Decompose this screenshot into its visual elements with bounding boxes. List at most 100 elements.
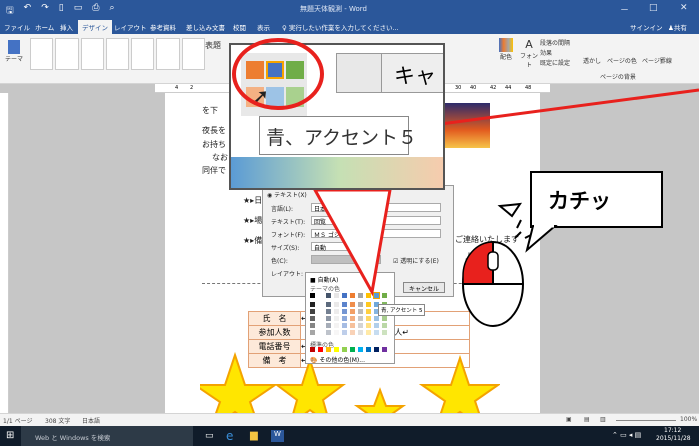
color-swatch[interactable] bbox=[342, 330, 347, 335]
color-swatch[interactable] bbox=[366, 330, 371, 335]
color-swatch[interactable] bbox=[366, 309, 371, 314]
system-tray-icons[interactable]: ⌃ ▭ ◂ ▤ bbox=[612, 431, 641, 439]
color-swatch[interactable] bbox=[374, 323, 379, 328]
color-swatch[interactable] bbox=[310, 316, 315, 321]
windows-start-icon[interactable]: ⊞ bbox=[6, 430, 14, 441]
tab-review[interactable]: 校閲 bbox=[233, 22, 246, 32]
style-thumbnail[interactable] bbox=[131, 38, 155, 70]
preview-icon[interactable]: ⌕ bbox=[109, 3, 114, 19]
style-thumbnail[interactable] bbox=[55, 38, 79, 70]
word-count[interactable]: 308 文字 bbox=[45, 416, 70, 425]
color-swatch[interactable] bbox=[310, 293, 315, 298]
redo-icon[interactable]: ↷ bbox=[41, 3, 49, 19]
taskbar-search[interactable]: Web と Windows を検索 bbox=[21, 426, 193, 446]
color-swatch[interactable] bbox=[326, 316, 331, 321]
color-swatch[interactable] bbox=[382, 323, 387, 328]
clock-time[interactable]: 17:12 bbox=[664, 427, 681, 434]
color-swatch[interactable] bbox=[373, 292, 380, 299]
color-swatch[interactable] bbox=[318, 316, 323, 321]
color-swatch[interactable] bbox=[334, 330, 339, 335]
style-gallery[interactable] bbox=[30, 38, 205, 70]
color-swatch[interactable] bbox=[358, 347, 363, 352]
page-count[interactable]: 1/1 ページ bbox=[3, 416, 32, 425]
color-swatch[interactable] bbox=[326, 323, 331, 328]
color-swatch[interactable] bbox=[326, 309, 331, 314]
tab-design[interactable]: デザイン bbox=[78, 20, 112, 35]
cancel-button[interactable]: キャンセル bbox=[403, 282, 445, 293]
paragraph-spacing-button[interactable]: 段落の間隔 bbox=[540, 38, 570, 47]
color-swatch[interactable] bbox=[318, 323, 323, 328]
color-swatch[interactable] bbox=[366, 316, 371, 321]
color-swatch[interactable] bbox=[334, 293, 339, 298]
color-swatch[interactable] bbox=[334, 347, 339, 352]
text-select[interactable]: 回覧 bbox=[311, 216, 441, 226]
color-swatch[interactable] bbox=[318, 309, 323, 314]
color-swatch[interactable] bbox=[326, 293, 331, 298]
restore-button[interactable]: □ bbox=[649, 3, 658, 13]
size-select[interactable]: 自動 bbox=[311, 242, 381, 252]
color-swatch[interactable] bbox=[310, 323, 315, 328]
set-default-button[interactable]: 既定に設定 bbox=[540, 58, 570, 67]
tab-view[interactable]: 表示 bbox=[257, 22, 270, 32]
color-swatch[interactable] bbox=[374, 347, 379, 352]
tab-file[interactable]: ファイル bbox=[4, 22, 30, 32]
color-swatch[interactable] bbox=[326, 330, 331, 335]
share-button[interactable]: ♟共有 bbox=[668, 22, 687, 32]
word-icon[interactable]: W bbox=[271, 430, 284, 442]
save-icon[interactable]: 🖫 bbox=[6, 3, 14, 19]
color-swatch[interactable] bbox=[310, 347, 315, 352]
transparent-checkbox[interactable]: ☑ 透明にする(E) bbox=[393, 256, 439, 265]
more-colors-option[interactable]: 🎨 その他の色(M)... bbox=[310, 355, 365, 364]
theme-button[interactable]: テーマ bbox=[4, 40, 24, 63]
color-swatch[interactable] bbox=[350, 293, 355, 298]
color-swatch[interactable] bbox=[350, 302, 355, 307]
color-swatch[interactable] bbox=[342, 309, 347, 314]
tell-me-box[interactable]: ♀ 実行したい作業を入力してください... bbox=[282, 22, 399, 32]
color-select[interactable] bbox=[311, 255, 381, 264]
print-layout-icon[interactable]: ▤ bbox=[584, 416, 590, 423]
color-swatch[interactable] bbox=[366, 347, 371, 352]
color-swatch[interactable] bbox=[366, 293, 371, 298]
color-swatch[interactable] bbox=[342, 323, 347, 328]
zoom-slider[interactable] bbox=[616, 420, 676, 421]
color-swatch[interactable] bbox=[342, 347, 347, 352]
colors-button[interactable]: 配色 bbox=[495, 38, 517, 61]
language-select[interactable]: 日本語 bbox=[311, 203, 441, 213]
color-swatch[interactable] bbox=[358, 316, 363, 321]
color-swatch[interactable] bbox=[310, 302, 315, 307]
color-swatch[interactable] bbox=[318, 330, 323, 335]
color-swatch[interactable] bbox=[350, 323, 355, 328]
style-thumbnail[interactable] bbox=[80, 38, 104, 70]
color-swatch[interactable] bbox=[366, 323, 371, 328]
tab-layout[interactable]: レイアウト bbox=[114, 22, 147, 32]
fonts-button[interactable]: A フォント bbox=[518, 38, 540, 69]
color-swatch[interactable] bbox=[342, 293, 347, 298]
color-swatch[interactable] bbox=[358, 293, 363, 298]
clock-date[interactable]: 2015/11/28 bbox=[656, 435, 691, 442]
undo-icon[interactable]: ↶ bbox=[24, 3, 32, 19]
color-swatch[interactable] bbox=[318, 293, 323, 298]
color-swatch[interactable] bbox=[342, 302, 347, 307]
color-swatch[interactable] bbox=[374, 316, 379, 321]
open-icon[interactable]: ▭ bbox=[74, 3, 83, 19]
signin-link[interactable]: サインイン bbox=[630, 22, 663, 32]
tab-mailings[interactable]: 差し込み文書 bbox=[186, 22, 225, 32]
color-swatch[interactable] bbox=[334, 302, 339, 307]
read-mode-icon[interactable]: ▣ bbox=[566, 416, 572, 423]
color-swatch[interactable] bbox=[350, 316, 355, 321]
color-swatch[interactable] bbox=[350, 330, 355, 335]
new-icon[interactable]: ▯ bbox=[59, 3, 64, 19]
auto-color-option[interactable]: ■ 自動(A) bbox=[310, 275, 338, 284]
color-swatch[interactable] bbox=[382, 293, 387, 298]
edge-icon[interactable]: e bbox=[226, 429, 233, 443]
language-indicator[interactable]: 日本語 bbox=[82, 416, 100, 425]
color-swatch[interactable] bbox=[358, 323, 363, 328]
color-swatch[interactable] bbox=[326, 302, 331, 307]
explorer-icon[interactable]: ▆ bbox=[250, 430, 258, 441]
tab-home[interactable]: ホーム bbox=[35, 22, 54, 32]
style-thumbnail[interactable] bbox=[156, 38, 180, 70]
color-swatch[interactable] bbox=[358, 330, 363, 335]
color-swatch[interactable] bbox=[382, 347, 387, 352]
color-swatch[interactable] bbox=[342, 316, 347, 321]
zoom-level[interactable]: 100% bbox=[680, 416, 697, 423]
